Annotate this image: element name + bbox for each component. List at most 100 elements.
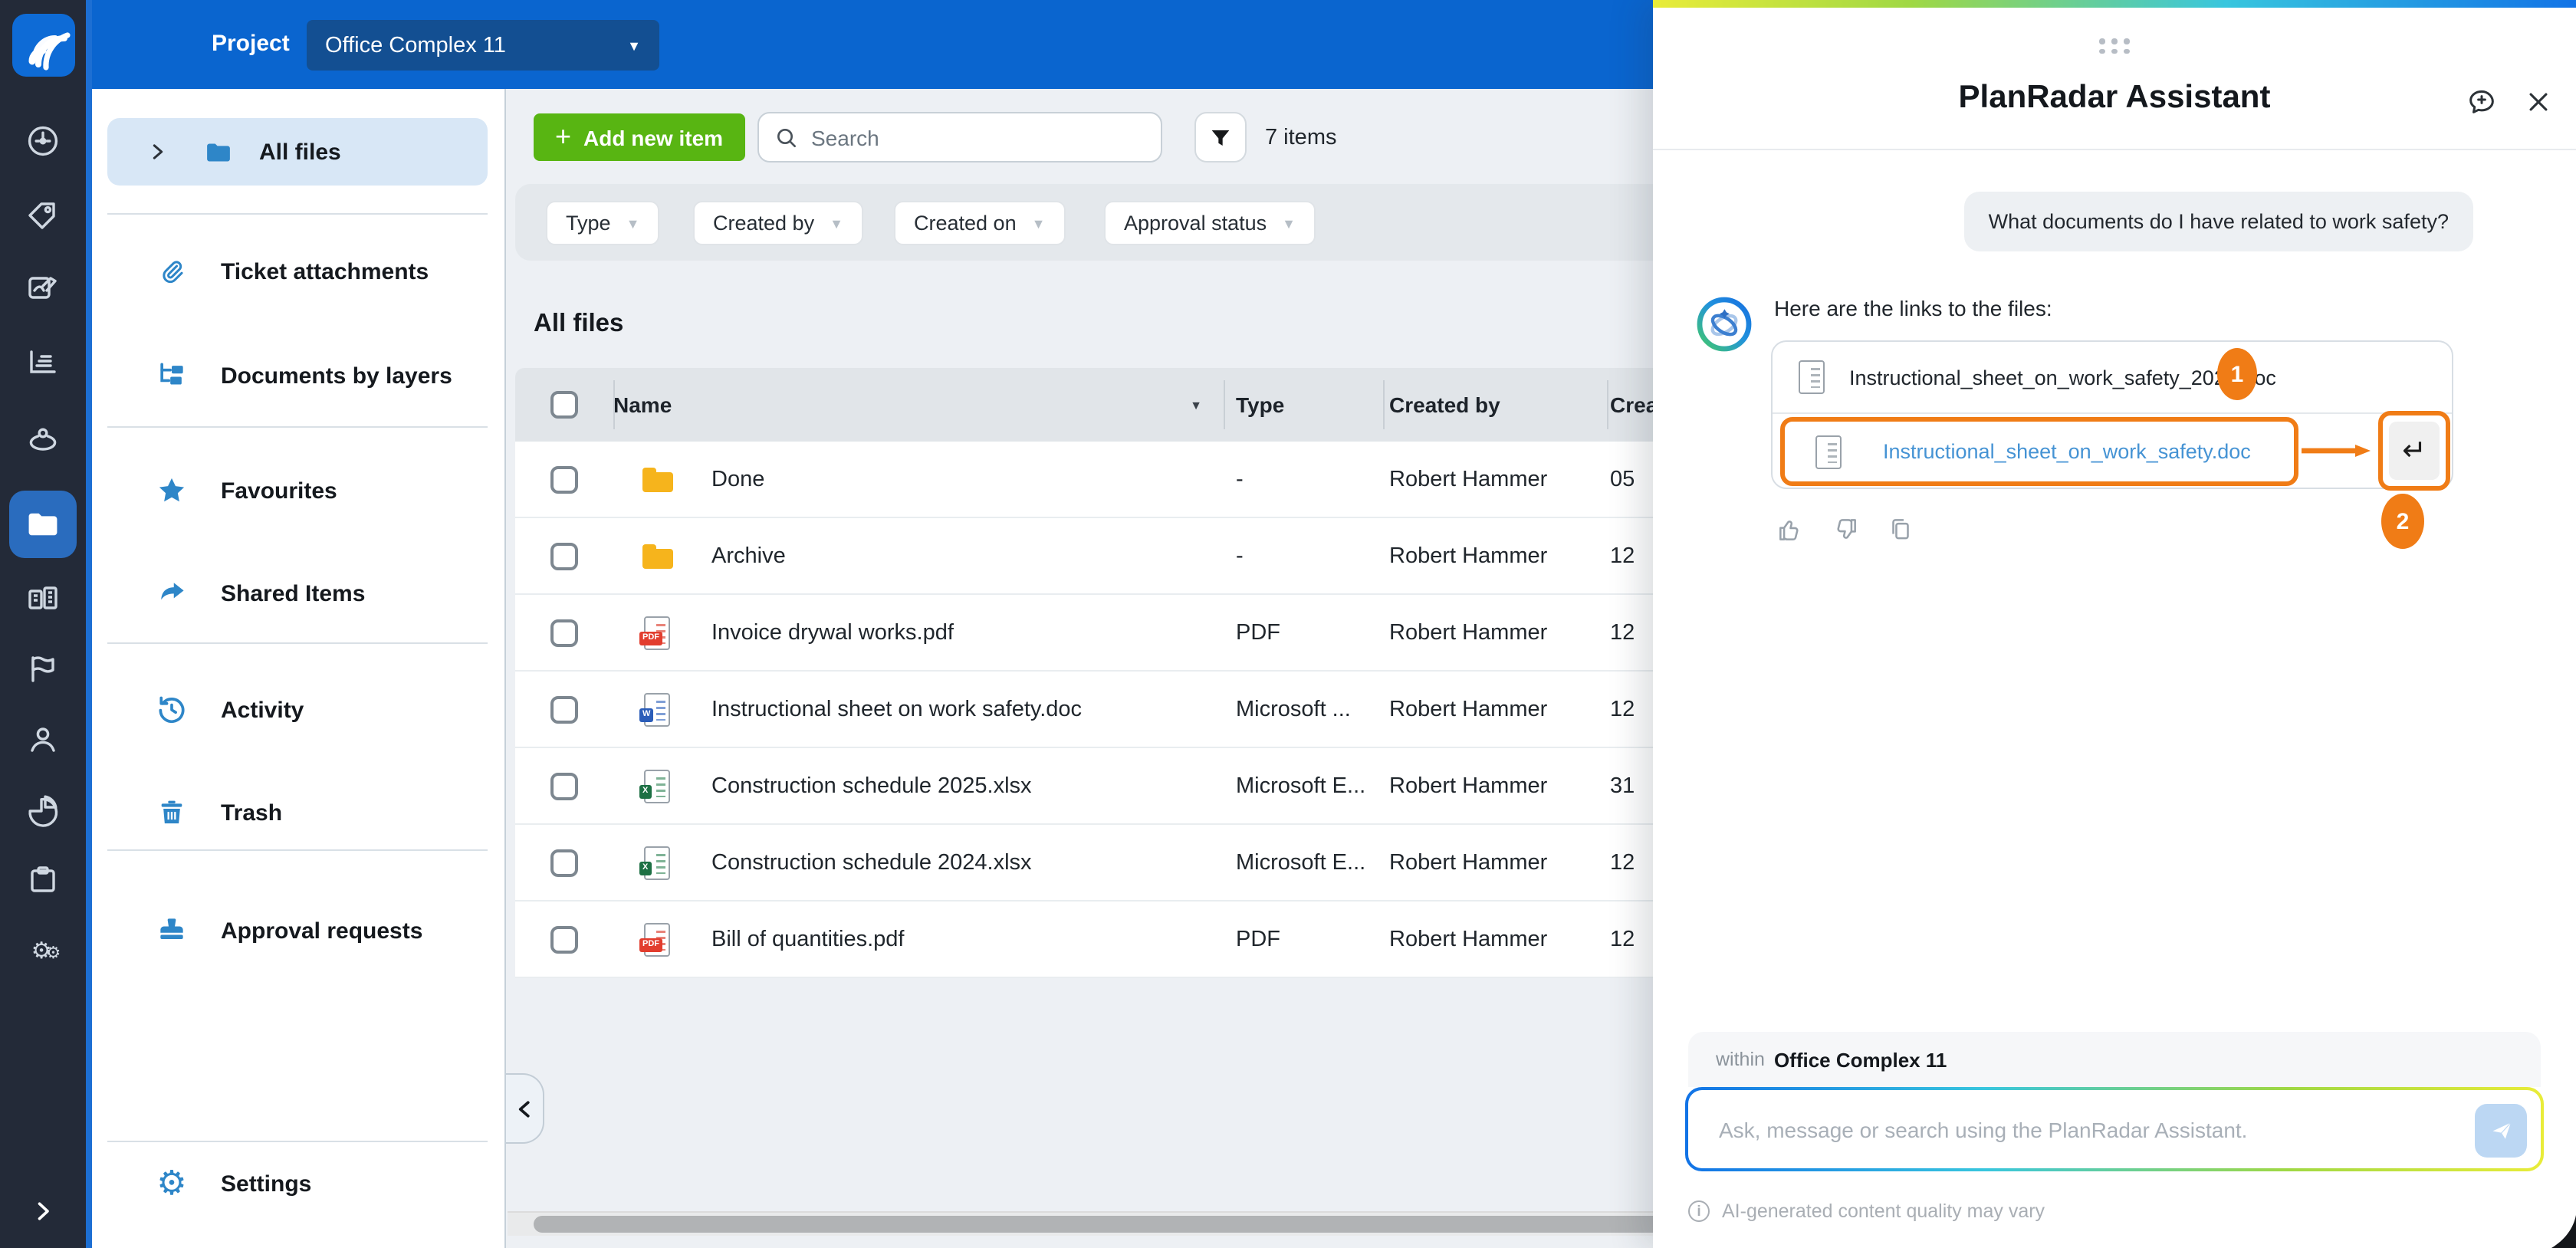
file-link-label[interactable]: Instructional_sheet_on_work_safety.doc <box>1883 440 2251 463</box>
file-created: 12 <box>1610 544 1635 568</box>
sidebar-item-all-files[interactable]: All files <box>107 118 488 186</box>
file-created-by: Robert Hammer <box>1389 697 1547 721</box>
chevron-down-icon: ▼ <box>1032 215 1046 231</box>
filter-approval-status[interactable]: Approval status▼ <box>1104 201 1316 245</box>
filter-created-on[interactable]: Created on▼ <box>894 201 1065 245</box>
row-checkbox[interactable] <box>550 465 578 493</box>
project-label: Project <box>212 31 290 57</box>
rail-icon-tickets[interactable] <box>0 267 86 310</box>
select-all-checkbox[interactable] <box>550 391 578 419</box>
new-chat-icon[interactable] <box>2466 86 2498 118</box>
rail-icon-dashboard[interactable] <box>0 120 86 163</box>
add-new-item-button[interactable]: + Add new item <box>534 113 744 161</box>
drag-handle-icon[interactable] <box>2099 38 2130 54</box>
row-checkbox[interactable] <box>550 925 578 953</box>
sidebar-item-label: Approval requests <box>221 918 422 944</box>
file-created-by: Robert Hammer <box>1389 620 1547 645</box>
share-icon <box>153 576 190 610</box>
sort-desc-icon[interactable]: ▼ <box>1190 398 1202 412</box>
chevron-down-icon: ▼ <box>626 215 640 231</box>
word-file-icon: W <box>644 692 670 726</box>
file-created-by: Robert Hammer <box>1389 773 1547 798</box>
project-selector-value: Office Complex 11 <box>325 33 506 57</box>
send-button[interactable] <box>2475 1104 2527 1158</box>
file-link-label[interactable]: Instructional_sheet_on_work_safety_2023.… <box>1849 366 2276 389</box>
thumbs-up-icon[interactable] <box>1776 515 1805 544</box>
scrollbar-thumb[interactable] <box>534 1216 1668 1233</box>
row-checkbox[interactable] <box>550 619 578 646</box>
folder-icon <box>644 539 670 573</box>
context-prefix: within <box>1716 1049 1765 1070</box>
sidebar-divider <box>107 1141 488 1142</box>
context-bar: within Office Complex 11 <box>1688 1032 2541 1087</box>
col-type[interactable]: Type <box>1236 392 1284 417</box>
file-name[interactable]: Invoice drywal works.pdf <box>711 620 954 645</box>
filter-type[interactable]: Type▼ <box>546 201 659 245</box>
star-icon <box>153 474 190 507</box>
file-name[interactable]: Done <box>711 467 764 491</box>
app-root: Project Office Complex 11 ▼ <box>0 0 2576 1248</box>
rail-icon-documents[interactable] <box>0 503 86 546</box>
assistant-input[interactable] <box>1719 1117 2394 1141</box>
funnel-icon <box>1208 125 1233 149</box>
sidebar-item-approval-requests[interactable]: Approval requests <box>107 900 488 961</box>
assistant-input-wrap <box>1685 1087 2544 1171</box>
assistant-disclaimer: i AI-generated content quality may vary <box>1688 1200 2045 1222</box>
row-checkbox[interactable] <box>550 849 578 876</box>
enter-key-button[interactable]: ↵ <box>2389 422 2440 480</box>
row-checkbox[interactable] <box>550 542 578 570</box>
col-created[interactable]: Crea <box>1610 392 1658 417</box>
file-type: - <box>1236 467 1244 491</box>
sidebar-item-documents-by-layers[interactable]: Documents by layers <box>107 345 488 406</box>
file-created-by: Robert Hammer <box>1389 927 1547 951</box>
rail-icon-statistics[interactable] <box>0 788 86 831</box>
sidebar-item-activity[interactable]: Activity <box>107 679 488 741</box>
file-name[interactable]: Archive <box>711 544 786 568</box>
document-icon <box>1799 360 1825 394</box>
rail-icon-reports[interactable] <box>0 340 86 383</box>
sidebar-divider <box>107 426 488 428</box>
plus-icon: + <box>555 121 571 153</box>
panel-divider <box>1653 149 2576 150</box>
chevron-down-icon: ▼ <box>627 38 641 53</box>
rail-icon-tags[interactable] <box>0 193 86 236</box>
planradar-logo[interactable] <box>12 14 75 77</box>
annotation-enter-frame: ↵ <box>2378 411 2450 491</box>
file-name[interactable]: Bill of quantities.pdf <box>711 927 905 951</box>
thumbs-down-icon[interactable] <box>1831 515 1860 544</box>
chevron-down-icon: ▼ <box>1282 215 1296 231</box>
row-checkbox[interactable] <box>550 695 578 723</box>
pdf-file-icon: PDF <box>644 922 670 956</box>
rail-icon-contacts[interactable] <box>0 718 86 760</box>
close-icon[interactable] <box>2525 89 2551 115</box>
row-checkbox[interactable] <box>550 772 578 800</box>
rail-icon-companies[interactable] <box>0 576 86 619</box>
filter-button[interactable] <box>1194 112 1247 163</box>
sidebar-item-shared-items[interactable]: Shared Items <box>107 563 488 624</box>
col-name[interactable]: Name <box>613 392 672 417</box>
file-link-row[interactable]: Instructional_sheet_on_work_safety_2023.… <box>1773 342 2452 414</box>
col-created-by[interactable]: Created by <box>1389 392 1500 417</box>
file-name[interactable]: Construction schedule 2024.xlsx <box>711 850 1032 875</box>
rail-expand-chevron-right-icon[interactable] <box>0 1190 86 1233</box>
rail-icon-settings-gears[interactable]: ⚙⚙ <box>0 929 86 972</box>
sidebar-item-label: Trash <box>221 800 282 826</box>
assistant-title: PlanRadar Assistant <box>1653 80 2576 117</box>
filter-created-by[interactable]: Created by▼ <box>693 201 863 245</box>
nav-rail: ⚙⚙ <box>0 0 86 1248</box>
sidebar-collapse-handle[interactable] <box>506 1073 544 1144</box>
sidebar-item-settings[interactable]: ⚙ Settings <box>107 1153 488 1214</box>
search-input[interactable] <box>811 125 1133 149</box>
rail-icon-site[interactable] <box>0 417 86 460</box>
file-name[interactable]: Instructional sheet on work safety.doc <box>711 697 1082 721</box>
sidebar-item-ticket-attachments[interactable]: Ticket attachments <box>107 241 488 302</box>
rail-icon-tasks[interactable] <box>0 859 86 902</box>
file-name[interactable]: Construction schedule 2025.xlsx <box>711 773 1032 798</box>
rail-icon-flags[interactable] <box>0 647 86 690</box>
assistant-panel: PlanRadar Assistant What documents do I … <box>1653 0 2576 1248</box>
sidebar-item-trash[interactable]: Trash <box>107 782 488 843</box>
project-selector[interactable]: Office Complex 11 ▼ <box>307 20 659 71</box>
highlighted-file-link-row[interactable]: Instructional_sheet_on_work_safety.doc <box>1780 417 2298 486</box>
copy-icon[interactable] <box>1886 515 1915 544</box>
sidebar-item-favourites[interactable]: Favourites <box>107 460 488 521</box>
